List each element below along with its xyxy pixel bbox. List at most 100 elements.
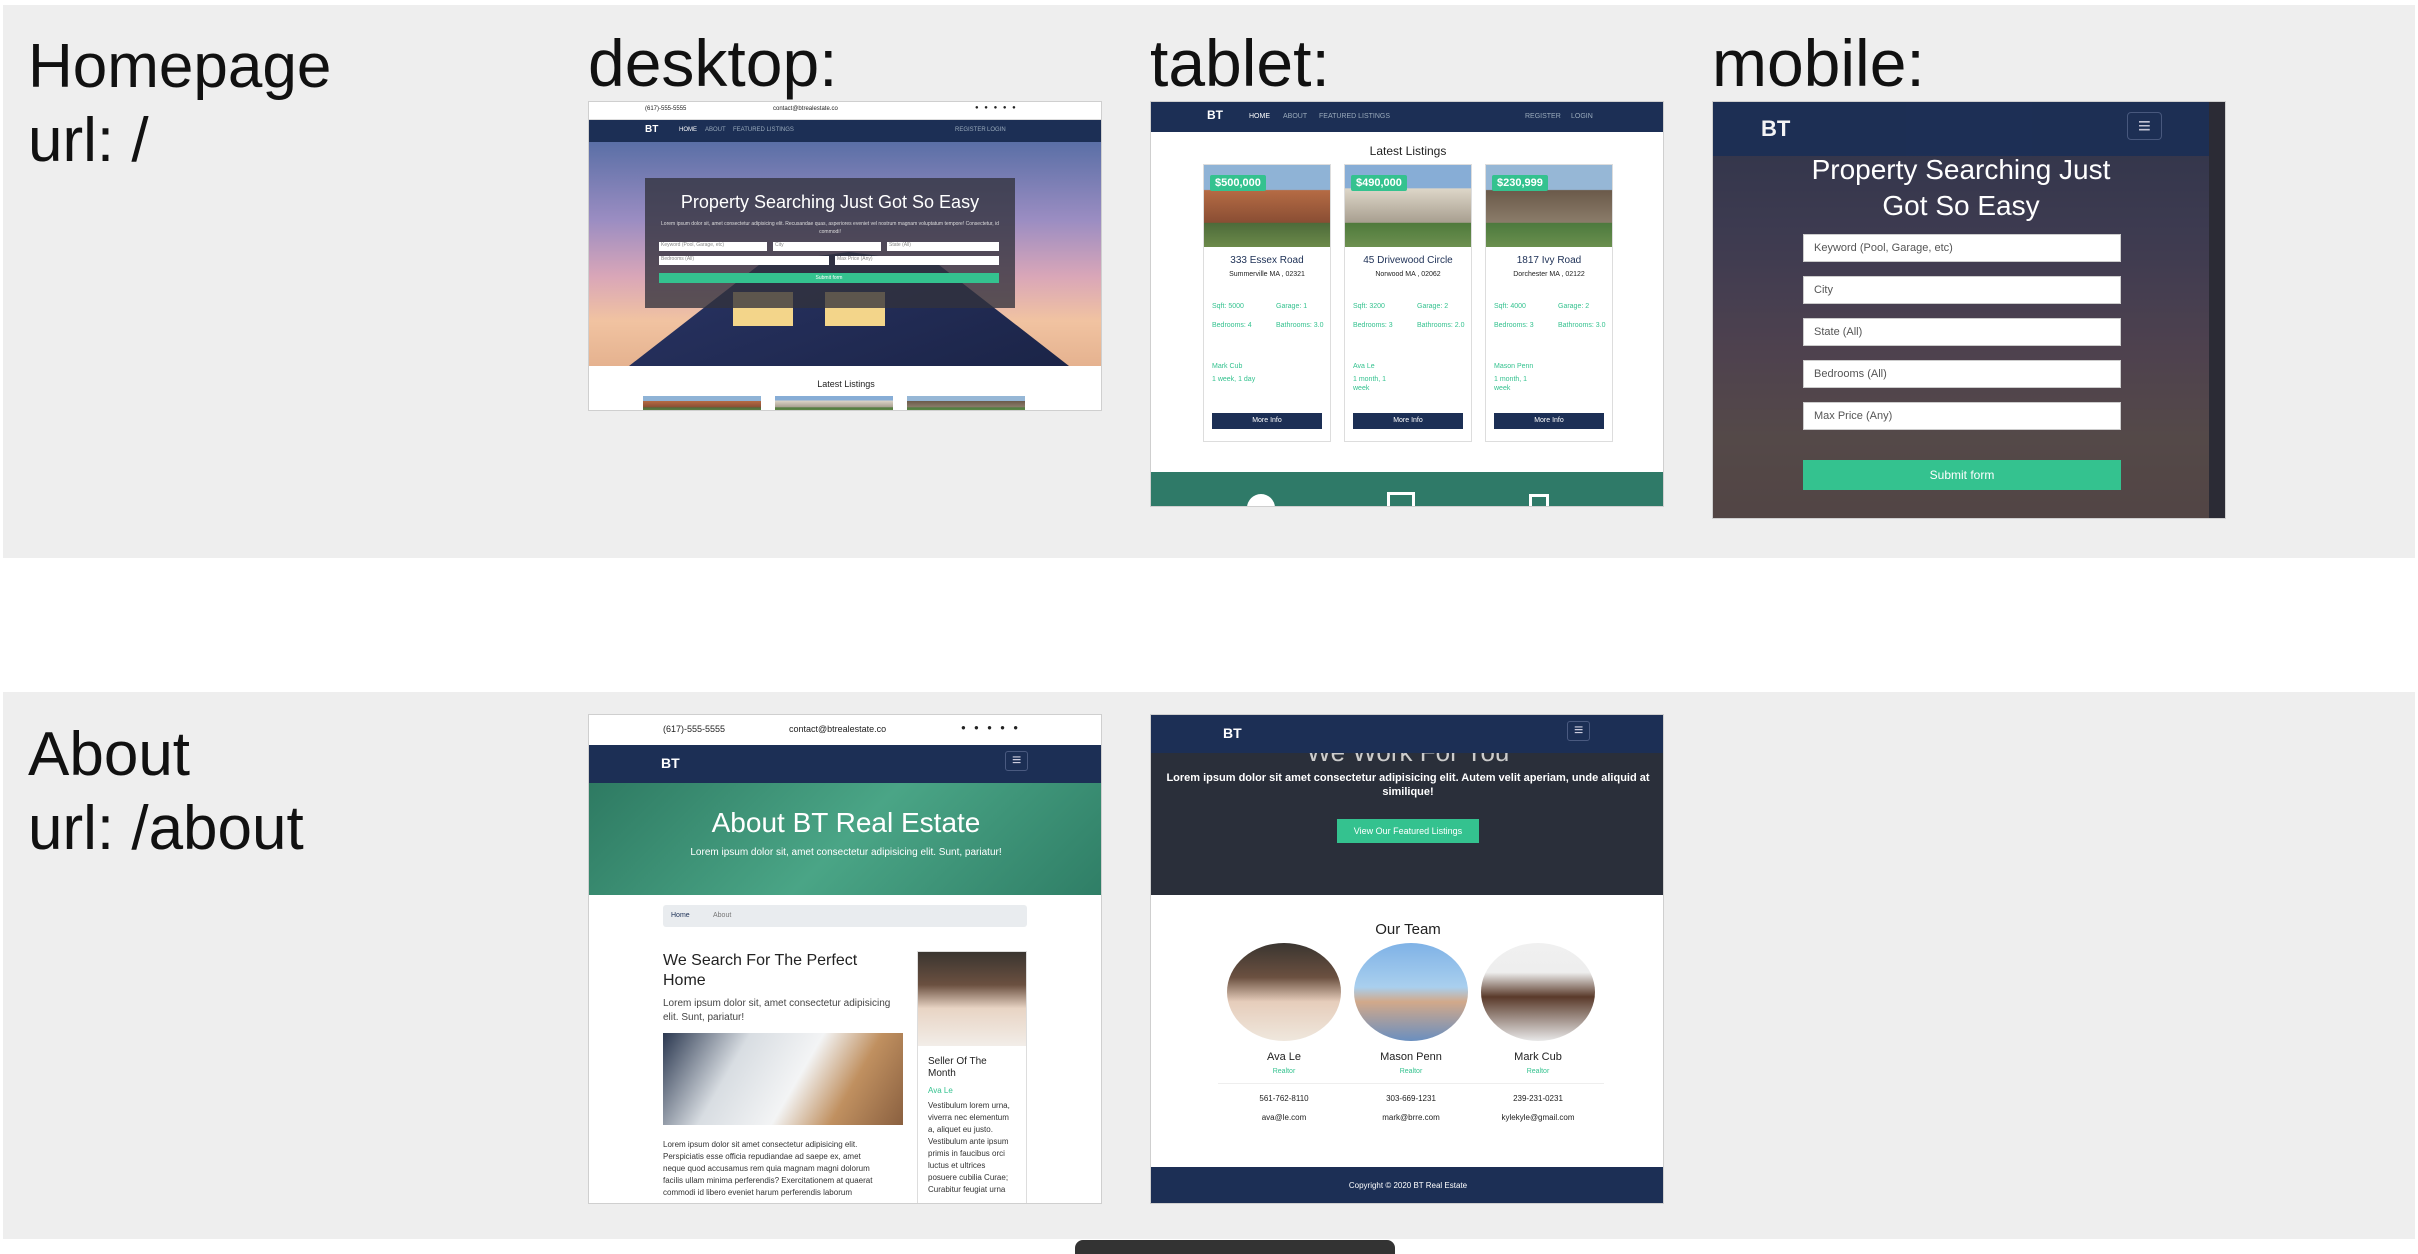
latest-listings-heading: Latest Listings	[817, 379, 875, 389]
topbar-email: contact@btrealestate.co	[789, 724, 887, 734]
team-phone: 303-669-1231	[1386, 1094, 1436, 1103]
listing-price: $500,000	[1210, 175, 1266, 191]
listing-title[interactable]: 45 Drivewood Circle	[1345, 255, 1471, 266]
keyword-input[interactable]: Keyword (Pool, Garage, etc)	[1803, 234, 2121, 262]
team-role: Realtor	[1272, 1068, 1296, 1075]
nav-about[interactable]: ABOUT	[1283, 113, 1307, 120]
seller-card: Seller Of The Month Ava Le Vestibulum lo…	[917, 951, 1027, 1203]
listing-card: $500,000 333 Essex Road Summerville MA ,…	[1203, 164, 1331, 442]
nav-login[interactable]: LOGIN	[987, 127, 1006, 133]
topbar: (617)-555-5555 contact@btrealestate.co ●…	[589, 102, 1101, 120]
breadcrumb-about: About	[713, 912, 732, 919]
listing-bedrooms: Bedrooms: 3	[1494, 322, 1534, 329]
hero-title: Property Searching Just Got So Easy	[680, 192, 980, 212]
services-icon	[1247, 494, 1275, 506]
listing-title[interactable]: 1817 Ivy Road	[1486, 255, 1612, 266]
listing-sqft: Sqft: 4000	[1494, 303, 1526, 310]
nav-featured[interactable]: FEATURED LISTINGS	[733, 127, 794, 133]
featured-listings-button[interactable]: View Our Featured Listings	[1337, 819, 1479, 843]
listing-card: $490,000 45 Drivewood Circle Norwood MA …	[1344, 164, 1472, 442]
listing-thumb	[907, 396, 1025, 410]
bedrooms-select[interactable]: Bedrooms (All)	[1803, 360, 2121, 388]
hero: Property Searching Just Got So Easy Lore…	[589, 142, 1101, 366]
city-input[interactable]: City	[1803, 276, 2121, 304]
listing-title[interactable]: 333 Essex Road	[1204, 255, 1330, 266]
nav-register[interactable]: REGISTER	[955, 127, 986, 133]
suitcase-icon	[1529, 494, 1549, 506]
hamburger-icon[interactable]: ≡	[2127, 112, 2162, 140]
topbar-email: contact@btrealestate.co	[773, 106, 838, 112]
mobile-column-label: mobile:	[1712, 26, 1925, 100]
team-member: Ava Le Realtor 561-762-8110 ava@le.com	[1214, 1051, 1354, 1122]
listing-garage: Garage: 2	[1417, 303, 1449, 310]
nav-featured[interactable]: FEATURED LISTINGS	[1319, 113, 1390, 120]
nav-home[interactable]: HOME	[1249, 113, 1270, 120]
listing-bathrooms: Bathrooms: 2.0	[1417, 322, 1465, 329]
more-info-button[interactable]: More Info	[1353, 413, 1463, 429]
latest-listings-heading: Latest Listings	[1369, 144, 1447, 158]
team-name: Mason Penn	[1380, 1051, 1442, 1063]
listing-location: Dorchester MA , 02122	[1513, 271, 1585, 278]
copyright: Copyright © 2020 BT Real Estate	[1348, 1181, 1468, 1190]
bottom-tab[interactable]	[1075, 1240, 1395, 1254]
logo[interactable]: BT	[645, 124, 658, 135]
bedrooms-select[interactable]: Bedrooms (All)	[659, 256, 829, 265]
nav-about[interactable]: ABOUT	[705, 127, 726, 133]
navbar: BT ≡	[1151, 715, 1663, 753]
team-phone: 239-231-0231	[1513, 1094, 1563, 1103]
logo[interactable]: BT	[1207, 108, 1223, 122]
seller-bio: Vestibulum lorem urna, viverra nec eleme…	[928, 1101, 1010, 1194]
about-tablet-screenshot: We Work For You BT ≡ Lorem ipsum dolor s…	[1150, 714, 1664, 1204]
listing-price: $230,999	[1492, 175, 1548, 191]
submit-button[interactable]: Submit form	[659, 273, 999, 283]
social-icons[interactable]: ● ● ● ● ●	[961, 723, 1021, 732]
nav-login[interactable]: LOGIN	[1571, 113, 1593, 120]
listing-realtor: Mark Cub	[1212, 363, 1243, 370]
social-icons[interactable]: ● ● ● ● ●	[975, 105, 1018, 111]
about-hero: About BT Real Estate Lorem ipsum dolor s…	[589, 783, 1101, 895]
tablet-column-label: tablet:	[1150, 26, 1330, 100]
home-icon	[1387, 492, 1415, 506]
team-avatar	[1481, 943, 1595, 1041]
listing-garage: Garage: 2	[1558, 303, 1590, 310]
about-lead: Lorem ipsum dolor sit, amet consectetur …	[663, 998, 891, 1023]
homepage-title: Homepage url: /	[28, 32, 332, 175]
about-body: Lorem ipsum dolor sit amet consectetur a…	[663, 1140, 873, 1197]
state-select[interactable]: State (All)	[887, 242, 999, 251]
logo[interactable]: BT	[1223, 725, 1242, 741]
about-heading: We Search For The Perfect Home	[663, 952, 858, 989]
listing-age: 1 month, 1 week	[1353, 376, 1387, 392]
logo[interactable]: BT	[661, 755, 680, 771]
nav-register[interactable]: REGISTER	[1525, 113, 1561, 120]
team-email: kylekyle@gmail.com	[1501, 1113, 1575, 1122]
keyword-input[interactable]: Keyword (Pool, Garage, etc)	[659, 242, 767, 251]
more-info-button[interactable]: More Info	[1212, 413, 1322, 429]
nav-home[interactable]: HOME	[679, 127, 697, 133]
search-panel: Property Searching Just Got So Easy Lore…	[645, 178, 1015, 308]
listing-bedrooms: Bedrooms: 3	[1353, 322, 1393, 329]
interior-image	[663, 1033, 903, 1125]
logo[interactable]: BT	[1761, 116, 1790, 142]
max-price-select[interactable]: Max Price (Any)	[1803, 402, 2121, 430]
listing-bedrooms: Bedrooms: 4	[1212, 322, 1252, 329]
navbar: BT ≡	[589, 745, 1101, 783]
team-role: Realtor	[1399, 1068, 1423, 1075]
submit-button[interactable]: Submit form	[1803, 460, 2121, 490]
listing-realtor: Mason Penn	[1494, 363, 1534, 370]
topbar-phone: (617)-555-5555	[645, 106, 687, 112]
hamburger-icon[interactable]: ≡	[1567, 721, 1591, 741]
topbar-phone: (617)-555-5555	[663, 724, 726, 734]
hamburger-icon[interactable]: ≡	[1005, 751, 1029, 771]
city-input[interactable]: City	[773, 242, 881, 251]
max-price-select[interactable]: Max Price (Any)	[835, 256, 999, 265]
breadcrumb-home[interactable]: Home	[671, 912, 690, 919]
more-info-button[interactable]: More Info	[1494, 413, 1604, 429]
state-select[interactable]: State (All)	[1803, 318, 2121, 346]
listing-thumb	[775, 396, 893, 410]
footer: Copyright © 2020 BT Real Estate	[1151, 1167, 1663, 1203]
listing-sqft: Sqft: 3200	[1353, 303, 1385, 310]
team-role: Realtor	[1526, 1068, 1550, 1075]
services-band	[1151, 472, 1663, 506]
listing-realtor: Ava Le	[1353, 363, 1375, 370]
team-avatar	[1227, 943, 1341, 1041]
